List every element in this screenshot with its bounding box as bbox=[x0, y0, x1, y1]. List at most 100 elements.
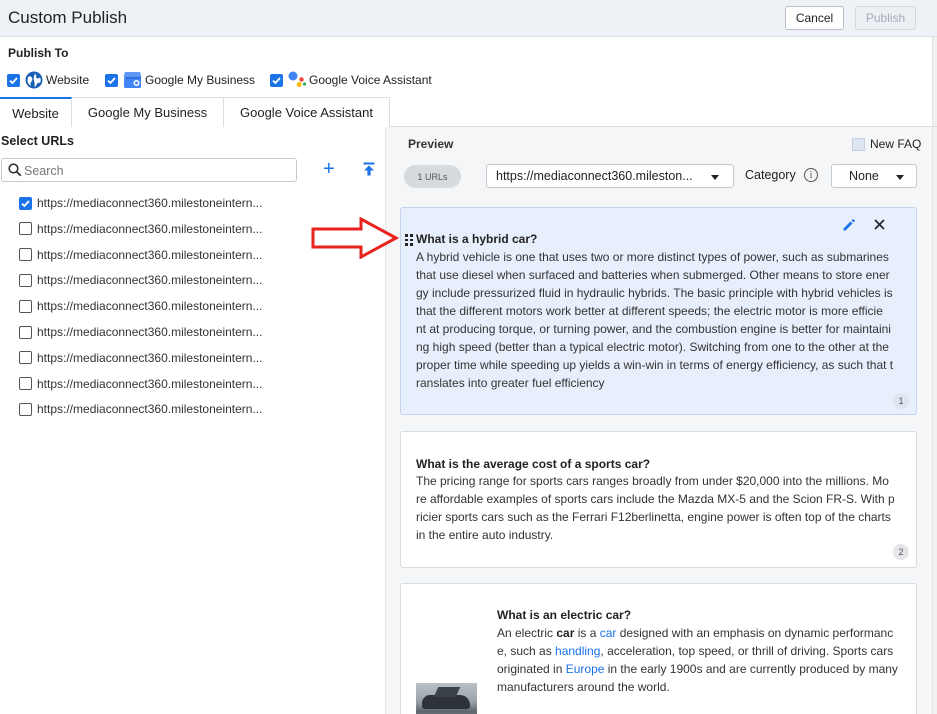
globe-icon bbox=[25, 71, 43, 89]
website-checkbox[interactable] bbox=[7, 73, 20, 87]
google-my-business-icon bbox=[123, 71, 142, 89]
dialog-title: Custom Publish bbox=[8, 8, 128, 27]
drag-handle-icon[interactable] bbox=[405, 234, 413, 246]
url-list-item[interactable]: https://mediaconnect360.milestoneintern.… bbox=[19, 220, 262, 238]
cancel-button[interactable]: Cancel bbox=[785, 6, 844, 30]
faq-answer: A hybrid vehicle is one that uses two or… bbox=[416, 248, 893, 392]
url-checkbox[interactable] bbox=[19, 299, 32, 313]
tab-google-voice-assistant[interactable]: Google Voice Assistant bbox=[224, 97, 390, 127]
category-select[interactable]: None bbox=[831, 164, 917, 188]
answer-text: is a bbox=[574, 626, 600, 640]
answer-line: ricier sports cars such as the Ferrari F… bbox=[416, 510, 891, 524]
url-checkbox[interactable] bbox=[19, 222, 32, 236]
google-my-business-checkbox[interactable] bbox=[105, 73, 118, 87]
answer-text: manufacturers around the world. bbox=[497, 680, 670, 694]
answer-line: re affordable examples of sports cars in… bbox=[416, 492, 895, 506]
publish-target-website[interactable]: Website bbox=[7, 70, 89, 90]
preview-panel: Preview New FAQ 1 URLs https://mediaconn… bbox=[385, 127, 932, 714]
answer-line: ng high speed (better than a typical ele… bbox=[416, 340, 889, 354]
car-link[interactable]: car bbox=[600, 626, 617, 640]
faq-card[interactable]: What is the average cost of a sports car… bbox=[400, 431, 917, 568]
url-list-item[interactable]: https://mediaconnect360.milestoneintern.… bbox=[19, 246, 262, 264]
handling-link[interactable]: handling bbox=[555, 644, 600, 658]
url-checkbox[interactable] bbox=[19, 248, 32, 262]
publish-target-google-voice-assistant[interactable]: Google Voice Assistant bbox=[270, 70, 432, 90]
faq-number-badge: 1 bbox=[893, 393, 909, 409]
chevron-down-icon bbox=[896, 175, 904, 180]
info-icon[interactable]: i bbox=[804, 168, 818, 182]
publish-button[interactable]: Publish bbox=[855, 6, 916, 30]
faq-question: What is an electric car? bbox=[497, 608, 632, 622]
electric-car-image bbox=[416, 683, 477, 714]
google-my-business-target-label: Google My Business bbox=[145, 73, 256, 87]
tab-website[interactable]: Website bbox=[0, 97, 72, 128]
faq-answer: An electric car is a car designed with a… bbox=[497, 624, 898, 696]
url-list-item[interactable]: https://mediaconnect360.milestoneintern.… bbox=[19, 349, 262, 367]
answer-line: that the different motors work better at… bbox=[416, 304, 883, 318]
faq-card[interactable]: What is an electric car? An electric car… bbox=[400, 583, 917, 714]
publish-target-google-my-business[interactable]: Google My Business bbox=[105, 70, 255, 90]
url-checkbox[interactable] bbox=[19, 377, 32, 391]
url-checkbox[interactable] bbox=[19, 402, 32, 416]
answer-text: An electric bbox=[497, 626, 557, 640]
tab-google-my-business[interactable]: Google My Business bbox=[72, 97, 224, 127]
preview-url-value: https://mediaconnect360.mileston... bbox=[496, 169, 693, 183]
url-checkbox[interactable] bbox=[19, 273, 32, 287]
new-faq-label: New FAQ bbox=[870, 137, 922, 151]
new-faq-toggle[interactable]: New FAQ bbox=[852, 137, 921, 151]
answer-line: that use diesel when surfaced and batter… bbox=[416, 268, 890, 282]
faq-card[interactable]: What is a hybrid car? A hybrid vehicle i… bbox=[400, 207, 917, 415]
europe-link[interactable]: Europe bbox=[566, 662, 605, 676]
url-list-item[interactable]: https://mediaconnect360.milestoneintern.… bbox=[19, 271, 262, 289]
answer-line: gy include pressurized fluid in hydrauli… bbox=[416, 286, 893, 300]
answer-line: A hybrid vehicle is one that uses two or… bbox=[416, 250, 889, 264]
category-label: Category bbox=[745, 168, 796, 182]
url-checkbox[interactable] bbox=[19, 351, 32, 365]
website-target-label: Website bbox=[46, 73, 90, 87]
google-voice-assistant-checkbox[interactable] bbox=[270, 73, 283, 87]
answer-text: originated in bbox=[497, 662, 566, 676]
answer-text: e, such as bbox=[497, 644, 556, 658]
title-bar: Custom Publish Cancel Publish bbox=[0, 0, 937, 37]
publish-to-label: Publish To bbox=[8, 46, 69, 60]
upload-icon[interactable] bbox=[363, 162, 375, 176]
url-text: https://mediaconnect360.milestoneintern.… bbox=[37, 221, 263, 236]
url-list-item[interactable]: https://mediaconnect360.milestoneintern.… bbox=[19, 194, 262, 212]
add-url-icon[interactable]: + bbox=[323, 159, 335, 179]
url-text: https://mediaconnect360.milestoneintern.… bbox=[37, 299, 263, 314]
edit-pencil-icon[interactable] bbox=[842, 218, 856, 232]
answer-bold-text: car bbox=[556, 626, 575, 640]
url-list-item[interactable]: https://mediaconnect360.milestoneintern.… bbox=[19, 375, 262, 393]
answer-text: in the early 1900s and are currently pro… bbox=[604, 662, 898, 676]
chevron-down-icon bbox=[711, 175, 719, 180]
url-search-input[interactable]: Search bbox=[1, 158, 297, 182]
search-placeholder: Search bbox=[24, 164, 64, 178]
page-scrollbar[interactable] bbox=[932, 37, 937, 714]
faq-number-badge: 2 bbox=[893, 544, 909, 560]
new-faq-checkbox[interactable] bbox=[852, 137, 865, 151]
url-text: https://mediaconnect360.milestoneintern.… bbox=[37, 273, 263, 288]
preview-url-select[interactable]: https://mediaconnect360.mileston... bbox=[486, 164, 734, 188]
channel-tabs: Website Google My Business Google Voice … bbox=[0, 97, 937, 128]
search-icon bbox=[8, 163, 22, 177]
url-text: https://mediaconnect360.milestoneintern.… bbox=[37, 402, 263, 417]
url-list-item[interactable]: https://mediaconnect360.milestoneintern.… bbox=[19, 323, 262, 341]
url-count-badge: 1 URLs bbox=[404, 165, 461, 188]
url-text: https://mediaconnect360.milestoneintern.… bbox=[37, 325, 263, 339]
url-checkbox[interactable] bbox=[19, 196, 32, 210]
close-icon[interactable] bbox=[874, 219, 885, 230]
url-checkbox[interactable] bbox=[19, 325, 32, 339]
category-value: None bbox=[849, 169, 879, 183]
faq-question: What is the average cost of a sports car… bbox=[416, 457, 651, 471]
url-list-item[interactable]: https://mediaconnect360.milestoneintern.… bbox=[19, 297, 262, 315]
answer-line: ranslates into greater fuel efficiency bbox=[416, 376, 605, 390]
google-voice-assistant-target-label: Google Voice Assistant bbox=[309, 73, 432, 87]
answer-line: nt at producing torque, or turning power… bbox=[416, 322, 891, 336]
faq-answer: The pricing range for sports cars ranges… bbox=[416, 472, 895, 544]
select-urls-heading: Select URLs bbox=[1, 134, 74, 148]
url-text: https://mediaconnect360.milestoneintern.… bbox=[37, 196, 263, 210]
url-selection-panel: Select URLs Search + https://mediaconnec… bbox=[0, 127, 385, 714]
answer-text: designed with an emphasis on dynamic per… bbox=[616, 626, 894, 640]
url-list-item[interactable]: https://mediaconnect360.milestoneintern.… bbox=[19, 400, 262, 418]
custom-publish-dialog: Custom Publish Cancel Publish Publish To… bbox=[0, 0, 937, 714]
